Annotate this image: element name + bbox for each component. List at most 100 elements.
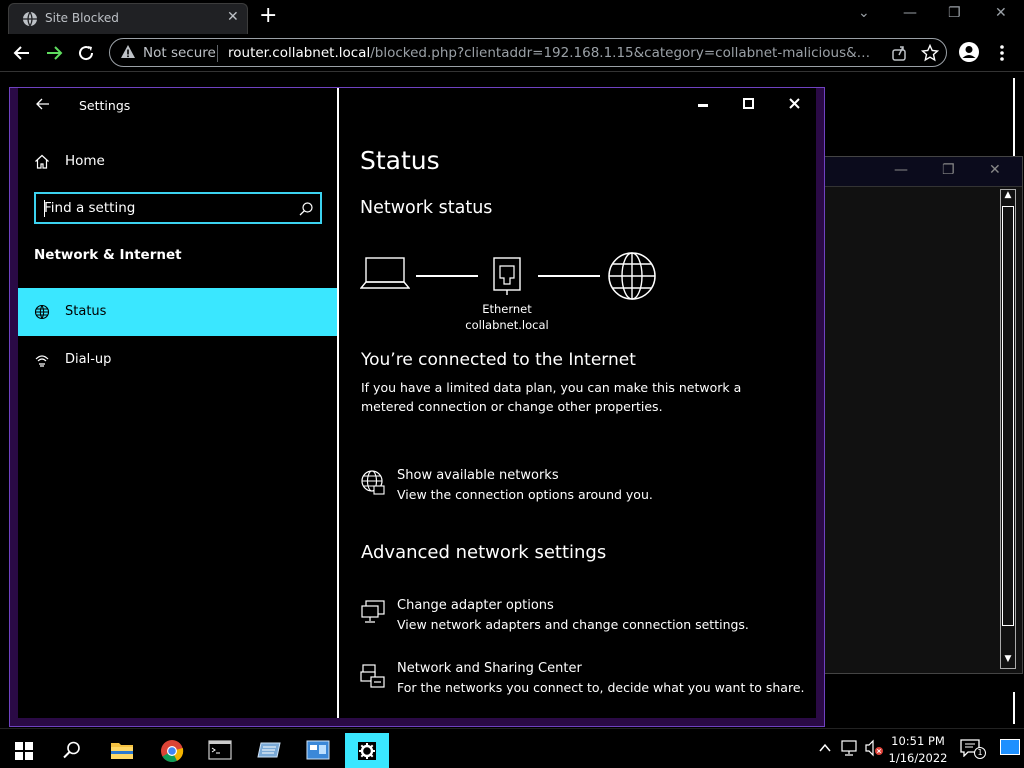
terminal-icon — [208, 740, 232, 760]
folder-icon — [111, 743, 133, 759]
show-desktop-button[interactable] — [1000, 739, 1020, 755]
security-status[interactable]: Not secure — [143, 45, 216, 61]
clock-date: 1/16/2022 — [888, 751, 948, 765]
background-restore-button[interactable]: ❐ — [942, 162, 955, 178]
url-host: router.collabnet.local — [228, 45, 371, 61]
bookmark-star-icon[interactable] — [921, 44, 939, 62]
show-available-networks-link[interactable]: Show available networks View the connect… — [360, 468, 800, 508]
scroll-up-icon[interactable]: ▲ — [1001, 190, 1015, 204]
globe-network-icon — [361, 470, 385, 495]
settings-close-button[interactable] — [789, 98, 800, 109]
change-adapter-options-link[interactable]: Change adapter options View network adap… — [360, 598, 800, 638]
window-border-left — [10, 88, 18, 726]
globe-favicon-icon — [23, 11, 37, 27]
reload-button[interactable] — [74, 41, 98, 65]
taskbar-search-button[interactable] — [50, 733, 94, 768]
browser-tab[interactable]: Site Blocked ✕ — [8, 3, 248, 34]
tab-title: Site Blocked — [45, 11, 119, 25]
window-minimize-button[interactable]: — — [903, 5, 917, 21]
new-tab-button[interactable]: + — [259, 4, 277, 28]
scroll-thumb[interactable] — [1002, 206, 1014, 626]
window-close-button[interactable]: ✕ — [995, 5, 1007, 21]
profile-avatar-icon[interactable] — [958, 41, 980, 63]
background-minimize-button[interactable]: — — [894, 162, 908, 178]
notification-count-badge: 1 — [974, 747, 986, 759]
tab-close-icon[interactable]: ✕ — [227, 9, 239, 25]
settings-minimize-button[interactable] — [697, 102, 709, 108]
arrow-right-icon — [47, 46, 63, 60]
warning-icon[interactable] — [120, 44, 136, 60]
taskbar-chrome[interactable] — [150, 733, 194, 768]
settings-search-box[interactable] — [34, 192, 322, 224]
forward-button[interactable] — [42, 41, 66, 65]
omnibox-separator — [217, 45, 218, 62]
settings-maximize-button[interactable] — [743, 98, 754, 109]
back-arrow-icon[interactable] — [36, 98, 50, 110]
taskbar: 10:51 PM 1/16/2022 1 — [0, 728, 1024, 768]
url-text[interactable]: router.collabnet.local/blocked.php?clien… — [228, 45, 878, 61]
section-heading: Network & Internet — [34, 247, 182, 263]
network-tray-icon[interactable] — [840, 739, 860, 757]
back-button[interactable] — [10, 41, 34, 65]
reload-icon — [79, 46, 94, 61]
volume-muted-icon[interactable] — [864, 739, 884, 757]
gear-icon — [358, 742, 376, 760]
background-window-titlebar[interactable]: — ❐ ✕ — [824, 157, 1022, 187]
scroll-down-icon[interactable]: ▼ — [1001, 654, 1015, 668]
background-window[interactable]: — ❐ ✕ ▲ ▼ — [823, 156, 1023, 674]
adapter-options-description: View network adapters and change connect… — [397, 617, 749, 632]
settings-window: Settings Home Network & Internet Status — [9, 87, 825, 727]
server-manager-icon — [257, 742, 281, 758]
tab-search-icon[interactable]: ⌄ — [858, 5, 870, 21]
background-scrollbar[interactable]: ▲ ▼ — [1000, 189, 1016, 669]
background-close-button[interactable]: ✕ — [989, 162, 1001, 178]
globe-icon — [34, 304, 50, 320]
browser-tab-bar: Site Blocked ✕ + ⌄ — ❐ ✕ — [0, 0, 1024, 34]
url-path: /blocked.php?clientaddr=192.168.1.15&cat… — [370, 45, 878, 61]
sidebar-item-label: Dial-up — [65, 352, 112, 367]
adapter-options-title: Change adapter options — [397, 598, 554, 613]
more-menu-icon[interactable] — [996, 44, 1008, 62]
taskbar-server-manager[interactable] — [247, 733, 291, 768]
browser-toolbar: Not secure router.collabnet.local/blocke… — [0, 34, 1024, 72]
sidebar-item-status[interactable]: Status — [18, 288, 338, 336]
network-sharing-center-link[interactable]: Network and Sharing Center For the netwo… — [360, 661, 805, 701]
taskbar-control-panel[interactable] — [296, 733, 340, 768]
adapter-name: Ethernet — [482, 302, 532, 316]
settings-content: Status Network status Ethernet collabnet… — [339, 88, 818, 720]
taskbar-settings[interactable] — [345, 733, 389, 768]
adapter-domain: collabnet.local — [465, 318, 549, 332]
sidebar-item-label: Status — [65, 304, 107, 319]
sidebar-item-dial-up[interactable]: Dial-up — [18, 336, 338, 384]
home-label: Home — [65, 153, 105, 169]
taskbar-file-explorer[interactable] — [100, 733, 144, 768]
search-icon[interactable] — [298, 201, 314, 217]
internet-globe-icon — [608, 252, 656, 300]
dialup-icon — [35, 355, 49, 367]
connected-description: If you have a limited data plan, you can… — [361, 380, 742, 414]
taskbar-command-prompt[interactable] — [198, 733, 242, 768]
show-hidden-icons-chevron-icon[interactable] — [818, 741, 832, 755]
sharing-center-description: For the networks you connect to, decide … — [397, 680, 805, 695]
network-adapter-icon — [361, 600, 385, 623]
connection-line-right — [538, 275, 600, 277]
chrome-icon — [161, 740, 184, 762]
window-restore-button[interactable]: ❐ — [948, 5, 961, 21]
network-diagram: Ethernet collabnet.local — [360, 248, 670, 338]
settings-sidebar: Settings Home Network & Internet Status — [18, 88, 338, 720]
scrollbar-track-bottom — [1013, 692, 1015, 724]
advanced-settings-heading: Advanced network settings — [361, 542, 607, 563]
start-button[interactable] — [2, 733, 46, 768]
search-input[interactable] — [44, 198, 284, 218]
action-center-button[interactable]: 1 — [960, 739, 986, 759]
share-icon[interactable] — [890, 44, 908, 62]
control-panel-icon — [306, 740, 330, 760]
system-clock[interactable]: 10:51 PM 1/16/2022 — [888, 733, 948, 767]
text-caret — [44, 200, 45, 217]
address-bar[interactable]: Not secure router.collabnet.local/blocke… — [109, 38, 947, 67]
scrollbar-track-top — [1013, 78, 1015, 156]
home-icon — [35, 154, 49, 169]
connection-line-left — [416, 275, 478, 277]
clock-time: 10:51 PM — [891, 734, 945, 748]
connected-heading: You’re connected to the Internet — [361, 350, 636, 370]
